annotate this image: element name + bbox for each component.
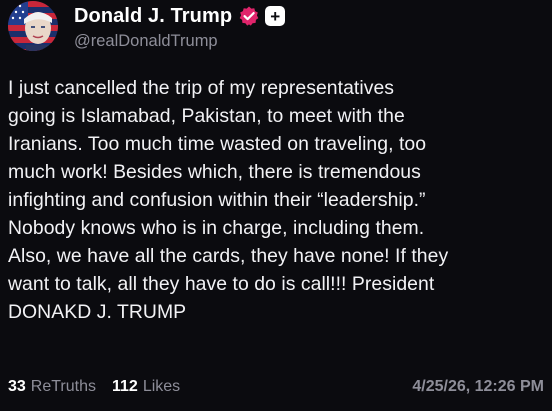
post-line: I just cancelled the trip of my represen… (8, 77, 395, 99)
retruths-stat[interactable]: 33 ReTruths (8, 378, 96, 396)
likes-label: Likes (142, 378, 181, 395)
author-handle[interactable]: @realDonaldTrump (74, 32, 285, 51)
post-card: Donald J. Trump + @realDonaldTrump I jus… (0, 0, 552, 411)
post-line: want to talk, all they have to do is cal… (8, 273, 435, 295)
likes-count: 112 (112, 378, 138, 395)
post-line: Also, we have all the cards, they have n… (8, 245, 449, 267)
post-line: DONAKD J. TRUMP (8, 301, 187, 323)
author-name[interactable]: Donald J. Trump (74, 5, 232, 28)
post-line: infighting and confusion within their “l… (8, 189, 426, 211)
post-header: Donald J. Trump + @realDonaldTrump (8, 0, 552, 60)
post-line: Nobody knows who is in charge, including… (8, 217, 425, 239)
post-line: Iranians. Too much time wasted on travel… (8, 133, 427, 155)
post-line: going is Islamabad, Pakistan, to meet wi… (8, 105, 405, 127)
plus-icon[interactable]: + (265, 6, 286, 26)
post-timestamp[interactable]: 4/25/26, 12:26 PM (412, 378, 544, 396)
avatar-image (8, 1, 58, 51)
retruths-count: 33 (8, 378, 26, 395)
author-identity: Donald J. Trump + @realDonaldTrump (74, 2, 286, 51)
post-body: I just cancelled the trip of my represen… (8, 74, 546, 326)
verified-badge-icon (238, 5, 260, 27)
post-line: much work! Besides which, there is treme… (8, 161, 421, 183)
avatar[interactable] (8, 1, 58, 51)
likes-stat[interactable]: 112 Likes (112, 378, 180, 396)
retruths-label: ReTruths (30, 378, 96, 395)
post-footer: 33 ReTruths 112 Likes 4/25/26, 12:26 PM (8, 378, 544, 396)
name-row: Donald J. Trump + (74, 2, 286, 30)
